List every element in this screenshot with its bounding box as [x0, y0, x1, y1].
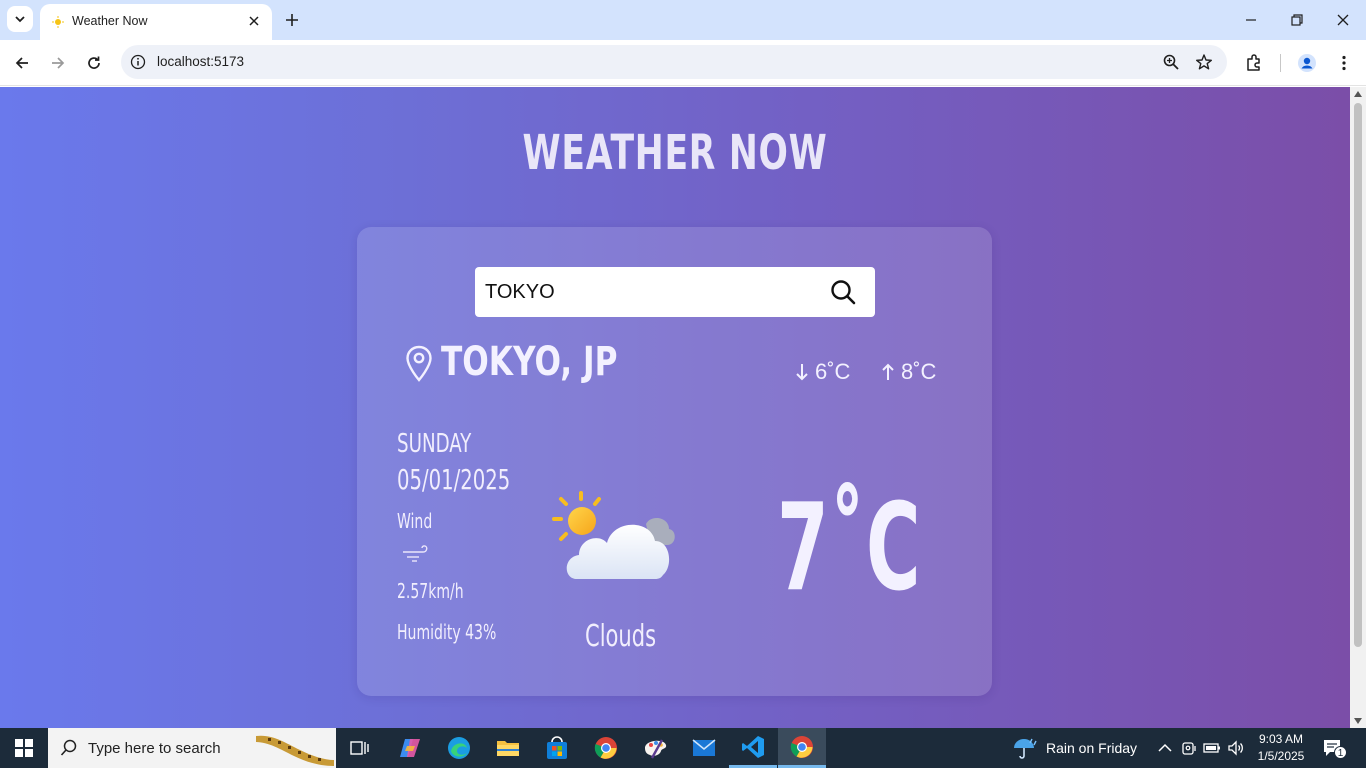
- battery-icon[interactable]: [1203, 739, 1221, 757]
- mail-app[interactable]: [680, 728, 728, 768]
- vscode-icon: [742, 735, 764, 758]
- sun-favicon-icon: [52, 16, 64, 28]
- meet-now-icon[interactable]: [1180, 739, 1198, 757]
- page-viewport: WEATHER NOW TOKYO, JP 6˚C 8˚C SUNDAY 05/…: [0, 87, 1350, 728]
- wind-speed: 2.57km/h: [397, 579, 464, 603]
- scroll-down-arrow-icon[interactable]: [1354, 718, 1362, 724]
- volume-icon[interactable]: [1227, 739, 1245, 757]
- location-name: TOKYO, JP: [441, 339, 618, 385]
- paint-palette-icon: [645, 739, 667, 759]
- forward-arrow-icon[interactable]: [48, 53, 68, 73]
- chrome-open-app[interactable]: [778, 728, 826, 768]
- taskbar-search-placeholder: Type here to search: [88, 740, 221, 757]
- tray-weather-text: Rain on Friday: [1046, 740, 1138, 756]
- search-box: [475, 267, 875, 317]
- chrome-icon: [594, 737, 617, 759]
- store-app[interactable]: [533, 728, 581, 768]
- copilot-icon: [400, 739, 420, 757]
- temp-min: 6˚C: [795, 359, 850, 385]
- chevron-up-icon[interactable]: [1156, 739, 1174, 757]
- paint-app[interactable]: [631, 728, 679, 768]
- close-tab-icon[interactable]: [246, 13, 262, 29]
- date-label: 05/01/2025: [397, 463, 511, 496]
- temp-max: 8˚C: [881, 359, 936, 385]
- tab-title: Weather Now: [72, 14, 148, 28]
- chrome-app[interactable]: [582, 728, 630, 768]
- file-explorer-app[interactable]: [484, 728, 532, 768]
- app-title: WEATHER NOW: [522, 125, 828, 181]
- profile-avatar-icon[interactable]: [1297, 53, 1317, 73]
- store-icon: [547, 736, 567, 759]
- restore-icon[interactable]: [1287, 10, 1307, 30]
- humidity-value: Humidity 43%: [397, 620, 497, 644]
- wind-label: Wind: [397, 509, 433, 533]
- wind-icon: [403, 545, 428, 562]
- scroll-thumb[interactable]: [1354, 103, 1362, 647]
- copilot-app[interactable]: [386, 728, 434, 768]
- day-label: SUNDAY: [397, 429, 472, 459]
- taskbar-search[interactable]: Type here to search: [48, 728, 336, 768]
- vscode-app[interactable]: [729, 728, 777, 768]
- tray-weather-widget[interactable]: Rain on Friday: [1012, 736, 1137, 760]
- search-highlight-art-icon: [256, 735, 334, 766]
- chrome-icon: [790, 735, 813, 758]
- windows-taskbar: Type here to search Rain on Friday 9:03 …: [0, 728, 1366, 768]
- temp-min-value: 6˚C: [815, 359, 851, 384]
- new-tab-icon[interactable]: [282, 10, 302, 30]
- windows-logo-icon: [15, 739, 33, 757]
- zoom-icon[interactable]: [1162, 53, 1180, 71]
- tab-search-button[interactable]: [7, 6, 33, 32]
- close-window-icon[interactable]: [1333, 10, 1353, 30]
- mail-icon: [692, 739, 716, 756]
- search-icon[interactable]: [829, 278, 857, 306]
- current-temperature: 7˚C: [777, 479, 921, 618]
- scroll-up-arrow-icon[interactable]: [1354, 91, 1362, 97]
- notification-center[interactable]: 1: [1322, 738, 1347, 763]
- browser-tab[interactable]: Weather Now: [40, 4, 272, 40]
- browser-tabstrip: Weather Now: [0, 0, 1366, 40]
- umbrella-rain-icon: [1014, 738, 1037, 759]
- reload-icon[interactable]: [84, 53, 104, 73]
- url-text[interactable]: localhost:5173: [157, 54, 244, 69]
- start-button[interactable]: [0, 728, 48, 768]
- site-info-icon[interactable]: [130, 54, 146, 70]
- weather-card: TOKYO, JP 6˚C 8˚C SUNDAY 05/01/2025 Wind…: [357, 227, 992, 696]
- minimize-icon[interactable]: [1241, 10, 1261, 30]
- arrow-up-icon: [882, 363, 894, 380]
- extensions-icon[interactable]: [1244, 53, 1264, 73]
- clock-time: 9:03 AM: [1258, 732, 1304, 746]
- taskbar-clock[interactable]: 9:03 AM 1/5/2025: [1256, 731, 1306, 765]
- search-icon: [60, 739, 77, 756]
- clock-date: 1/5/2025: [1257, 749, 1305, 763]
- task-view-icon: [350, 741, 369, 755]
- chevron-down-icon: [15, 16, 25, 23]
- menu-kebab-icon[interactable]: [1334, 53, 1354, 73]
- address-bar[interactable]: localhost:5173: [121, 45, 1227, 79]
- condition-label: Clouds: [585, 619, 657, 654]
- folder-icon: [497, 741, 519, 756]
- notification-count: 1: [1334, 746, 1347, 759]
- location-pin-icon: [406, 345, 432, 382]
- browser-toolbar: localhost:5173: [0, 40, 1366, 86]
- page-scrollbar[interactable]: [1350, 87, 1366, 728]
- toolbar-divider: [1280, 54, 1281, 72]
- task-view-button[interactable]: [336, 728, 384, 768]
- city-search-input[interactable]: [475, 267, 815, 317]
- bookmark-star-icon[interactable]: [1195, 53, 1213, 71]
- edge-icon: [448, 737, 470, 759]
- arrow-down-icon: [796, 364, 808, 381]
- sun-cloud-icon: [552, 491, 675, 579]
- temp-max-value: 8˚C: [901, 359, 937, 384]
- edge-app[interactable]: [435, 728, 483, 768]
- back-arrow-icon[interactable]: [12, 53, 32, 73]
